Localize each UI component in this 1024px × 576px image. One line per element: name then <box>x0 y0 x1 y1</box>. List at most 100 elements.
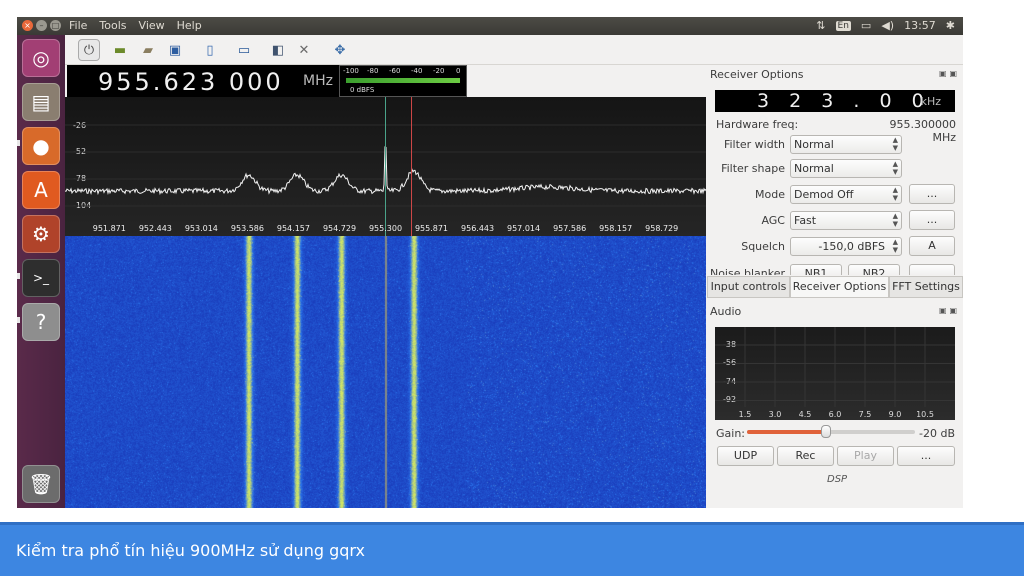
menu-file[interactable]: File <box>69 19 87 32</box>
audio-title: Audio <box>710 305 742 318</box>
spectrum-x-label: 957.014 <box>507 224 541 233</box>
audio-x-label: 6.0 <box>828 410 842 419</box>
top-panel: × – □ File Tools View Help ⇅ En ▭ ◀) 13:… <box>17 17 963 35</box>
meter-tick: -20 <box>433 67 445 75</box>
network-icon[interactable]: ⇅ <box>816 19 825 32</box>
agc-label: AGC <box>761 214 785 227</box>
waterfall-canvas[interactable] <box>65 236 706 508</box>
meter-label: 0 dBFS <box>350 86 375 94</box>
udp-button[interactable]: UDP <box>717 446 774 466</box>
spectrum-plot[interactable]: -26 -52 -78 -104 951.871 952.443 953.014 95… <box>65 97 706 236</box>
waterfall-display[interactable] <box>65 236 706 508</box>
spectrum-x-label: 956.443 <box>461 224 495 233</box>
files-icon[interactable]: ▤ <box>22 83 60 121</box>
spectrum-x-label: 954.157 <box>276 224 310 233</box>
keyboard-layout-indicator[interactable]: En <box>835 20 851 31</box>
audio-x-label: 10.5 <box>916 410 934 419</box>
mode-options-button[interactable]: ... <box>909 184 955 204</box>
spectrum-x-label: 953.014 <box>184 224 218 233</box>
remote-control-icon[interactable]: ◧ <box>267 39 289 61</box>
gqrx-window: × – □ File Tools View Help ⇅ En ▭ ◀) 13:… <box>17 17 963 508</box>
active-indicator <box>17 273 20 279</box>
meter-tick: 0 <box>456 67 461 75</box>
squelch-spinbox[interactable]: -150,0 dBFS ▲ ▼ <box>790 237 902 256</box>
agc-select[interactable]: Fast ▲ ▼ <box>790 211 902 230</box>
spectrum-x-label: 953.586 <box>230 224 264 233</box>
active-indicator <box>17 317 20 323</box>
nb2-button[interactable]: NB2 <box>848 264 900 275</box>
updown-arrow-icon: ▲ ▼ <box>892 186 898 202</box>
software-center-icon[interactable]: A <box>22 171 60 209</box>
gain-slider[interactable] <box>747 425 915 438</box>
tab-fft-settings[interactable]: FFT Settings <box>889 277 963 298</box>
firefox-icon[interactable]: ● <box>22 127 60 165</box>
spectrum-x-label: 951.871 <box>92 224 126 233</box>
screenshot-icon[interactable]: ▭ <box>233 39 255 61</box>
dock-tabs: Input controls Receiver Options FFT Sett… <box>707 276 963 298</box>
tab-receiver-options[interactable]: Receiver Options <box>790 277 889 298</box>
hardware-icon[interactable]: ▬ <box>109 39 131 61</box>
gain-value: -20 dB <box>919 427 955 440</box>
nb1-button[interactable]: NB1 <box>790 264 842 275</box>
clock[interactable]: 13:57 <box>904 19 936 32</box>
menu-tools[interactable]: Tools <box>99 19 126 32</box>
filter-width-label: Filter width <box>723 138 785 151</box>
meter-tick: -60 <box>389 67 401 75</box>
notes-icon[interactable]: ▯ <box>199 39 221 61</box>
spectrum-x-label: 958.157 <box>599 224 633 233</box>
battery-icon[interactable]: ▭ <box>861 19 871 32</box>
noise-blanker-label: Noise blanker <box>709 267 785 275</box>
tools-icon[interactable]: ✕ <box>293 39 315 61</box>
spectrum-x-label: 954.729 <box>322 224 357 233</box>
menu-help[interactable]: Help <box>177 19 202 32</box>
gear-icon[interactable]: ✱ <box>946 19 955 32</box>
dsp-label: DSP <box>827 474 848 485</box>
system-settings-icon[interactable]: ⚙ <box>22 215 60 253</box>
volume-icon[interactable]: ◀) <box>881 19 894 32</box>
play-button[interactable]: Play <box>837 446 894 466</box>
menu-bar: File Tools View Help <box>69 19 202 32</box>
frequency-value[interactable]: 955.623 000 <box>98 68 284 96</box>
noise-blanker-row: Noise blanker NB1 NB2 <box>707 261 963 275</box>
audio-options-button[interactable]: ... <box>897 446 955 466</box>
audio-fft-plot[interactable]: -38 -56 -74 -92 1.5 3.0 4.5 6.0 7.5 9.0 10.5 <box>715 327 955 420</box>
filter-width-select[interactable]: Normal ▲ ▼ <box>790 135 902 154</box>
spectrum-x-label: 952.443 <box>138 224 172 233</box>
mode-select[interactable]: Demod Off ▲ ▼ <box>790 185 902 204</box>
open-icon[interactable]: ▰ <box>137 39 159 61</box>
meter-tick: -100 <box>343 67 359 75</box>
trash-icon[interactable]: 🗑 <box>22 465 60 503</box>
nb-options-button[interactable] <box>909 264 955 275</box>
toolbar: ⏻ ▬ ▰ ▣ ▯ ▭ ◧ ✕ ✥ <box>65 35 963 65</box>
terminal-icon[interactable]: >_ <box>22 259 60 297</box>
spectrum-trace <box>65 97 706 236</box>
maximize-window-icon[interactable]: □ <box>50 20 61 31</box>
slide: × – □ File Tools View Help ⇅ En ▭ ◀) 13:… <box>0 0 1024 576</box>
save-icon[interactable]: ▣ <box>164 39 186 61</box>
help-icon[interactable]: ? <box>22 303 60 341</box>
agc-options-button[interactable]: ... <box>909 210 955 230</box>
gain-slider-handle[interactable] <box>820 425 831 438</box>
minimize-window-icon[interactable]: – <box>36 20 47 31</box>
slide-caption: Kiểm tra phổ tín hiệu 900MHz sử dụng gqr… <box>0 525 1024 576</box>
center-icon[interactable]: ✥ <box>329 39 351 61</box>
updown-arrow-icon: ▲ ▼ <box>892 212 898 228</box>
tab-input-controls[interactable]: Input controls <box>707 277 790 298</box>
panel-float-close-icon[interactable]: ▣▣ <box>939 306 960 315</box>
frequency-display[interactable]: 955.623 000 MHz <box>67 65 339 97</box>
frequency-unit: MHz <box>303 73 333 89</box>
updown-arrow-icon: ▲ ▼ <box>892 136 898 152</box>
filter-shape-select[interactable]: Normal ▲ ▼ <box>790 159 902 178</box>
ubuntu-dash-icon[interactable]: ◎ <box>22 39 60 77</box>
squelch-auto-button[interactable]: A <box>909 236 955 256</box>
menu-view[interactable]: View <box>139 19 165 32</box>
meter-level-bar <box>346 78 460 83</box>
close-window-icon[interactable]: × <box>22 20 33 31</box>
spectrum-x-label: 958.729 <box>645 224 679 233</box>
panel-float-close-icon[interactable]: ▣▣ <box>939 69 960 78</box>
receiver-frequency-display[interactable]: 3 2 3 . 0 0 0 kHz <box>715 90 955 134</box>
updown-arrow-icon: ▲ ▼ <box>892 160 898 176</box>
record-button[interactable]: Rec <box>777 446 834 466</box>
power-icon[interactable]: ⏻ <box>78 39 100 61</box>
audio-grid <box>715 327 955 407</box>
